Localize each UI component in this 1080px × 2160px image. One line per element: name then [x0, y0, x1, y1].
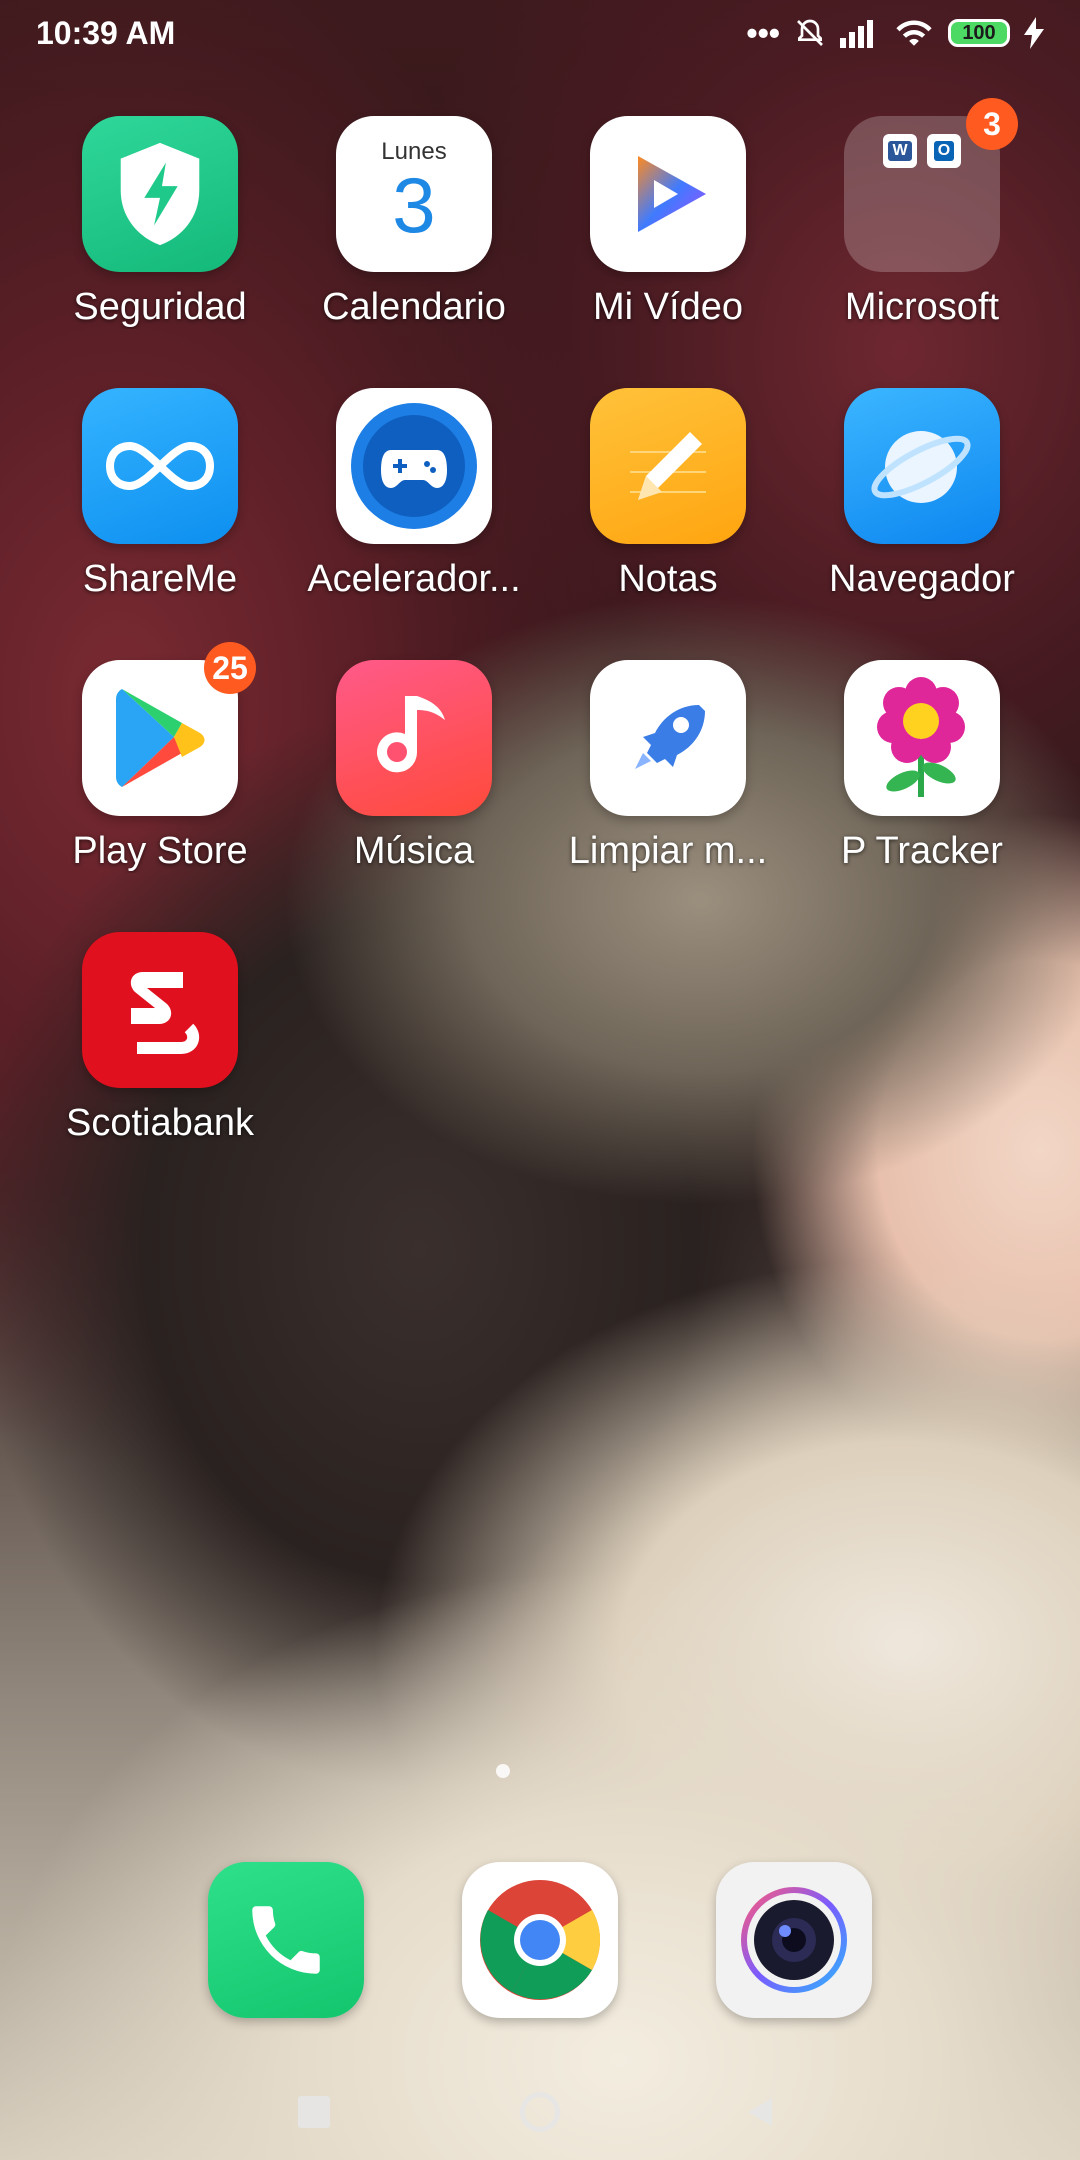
- dock-camera[interactable]: [716, 1862, 872, 2018]
- app-label: Acelerador...: [307, 558, 521, 600]
- app-seguridad[interactable]: Seguridad: [40, 116, 280, 329]
- dock-chrome[interactable]: [462, 1862, 618, 2018]
- recents-square-icon: [298, 2096, 330, 2128]
- app-label: Calendario: [322, 286, 506, 328]
- notification-badge: 25: [204, 642, 256, 694]
- app-play-store[interactable]: 25 Play Store: [40, 642, 280, 873]
- navigation-bar: [0, 2060, 1080, 2160]
- camera-icon: [716, 1862, 872, 2018]
- home-circle-icon: [520, 2092, 560, 2132]
- recents-button[interactable]: [284, 2082, 344, 2142]
- gamepad-icon: [336, 388, 492, 544]
- app-calendario[interactable]: Lunes 3 Calendario: [294, 116, 534, 329]
- status-icons: ••• 100: [746, 15, 1044, 52]
- status-time: 10:39 AM: [36, 14, 176, 51]
- app-label: Navegador: [829, 558, 1015, 600]
- app-shareme[interactable]: ShareMe: [40, 388, 280, 601]
- wifi-icon: [896, 20, 932, 46]
- rocket-icon: [590, 660, 746, 816]
- status-bar: 10:39 AM ••• 100: [0, 0, 1080, 66]
- page-indicator: [496, 1764, 510, 1778]
- folder-icon: W O 3: [844, 98, 1018, 272]
- app-navegador[interactable]: Navegador: [802, 388, 1042, 601]
- flower-icon: [844, 660, 1000, 816]
- shield-bolt-icon: [82, 116, 238, 272]
- planet-icon: [844, 388, 1000, 544]
- outlook-icon: O: [927, 134, 961, 168]
- app-notas[interactable]: Notas: [548, 388, 788, 601]
- battery-icon: 100: [948, 19, 1010, 47]
- word-icon: W: [883, 134, 917, 168]
- app-musica[interactable]: Música: [294, 660, 534, 873]
- play-store-icon: 25: [82, 642, 256, 816]
- app-limpiar[interactable]: Limpiar m...: [548, 660, 788, 873]
- back-button[interactable]: [730, 2082, 790, 2142]
- app-label: Scotiabank: [65, 1102, 254, 1144]
- folder-microsoft[interactable]: W O 3 Microsoft: [802, 98, 1042, 329]
- app-label: Limpiar m...: [568, 830, 768, 872]
- phone-icon: [208, 1862, 364, 2018]
- calendar-icon: Lunes 3: [336, 116, 492, 272]
- app-mi-video[interactable]: Mi Vídeo: [548, 116, 788, 329]
- notification-badge: 3: [966, 98, 1018, 150]
- app-label: Microsoft: [844, 286, 1000, 328]
- dots-icon: •••: [746, 14, 780, 51]
- dock-phone[interactable]: [208, 1862, 364, 2018]
- charging-icon: [1024, 17, 1044, 49]
- music-note-icon: [336, 660, 492, 816]
- calendar-day-number: 3: [392, 161, 436, 249]
- chrome-icon: [462, 1862, 618, 2018]
- app-p-tracker[interactable]: P Tracker: [802, 660, 1042, 873]
- app-scotiabank[interactable]: Scotiabank: [40, 932, 280, 1145]
- bell-muted-icon: [797, 19, 823, 46]
- infinity-icon: [82, 388, 238, 544]
- dock: [0, 1862, 1080, 2022]
- app-label: Música: [353, 830, 475, 872]
- app-label: P Tracker: [841, 830, 1003, 872]
- app-label: Seguridad: [73, 286, 247, 328]
- scotiabank-icon: [82, 932, 238, 1088]
- pencil-icon: [590, 388, 746, 544]
- app-label: Play Store: [72, 830, 248, 872]
- app-label: ShareMe: [82, 558, 238, 600]
- signal-icon: [840, 20, 873, 48]
- app-label: Mi Vídeo: [593, 286, 743, 328]
- app-label: Notas: [618, 558, 718, 600]
- back-triangle-icon: [748, 2098, 772, 2126]
- app-acelerador[interactable]: Acelerador...: [294, 388, 534, 601]
- home-button[interactable]: [510, 2082, 570, 2142]
- play-icon: [590, 116, 746, 272]
